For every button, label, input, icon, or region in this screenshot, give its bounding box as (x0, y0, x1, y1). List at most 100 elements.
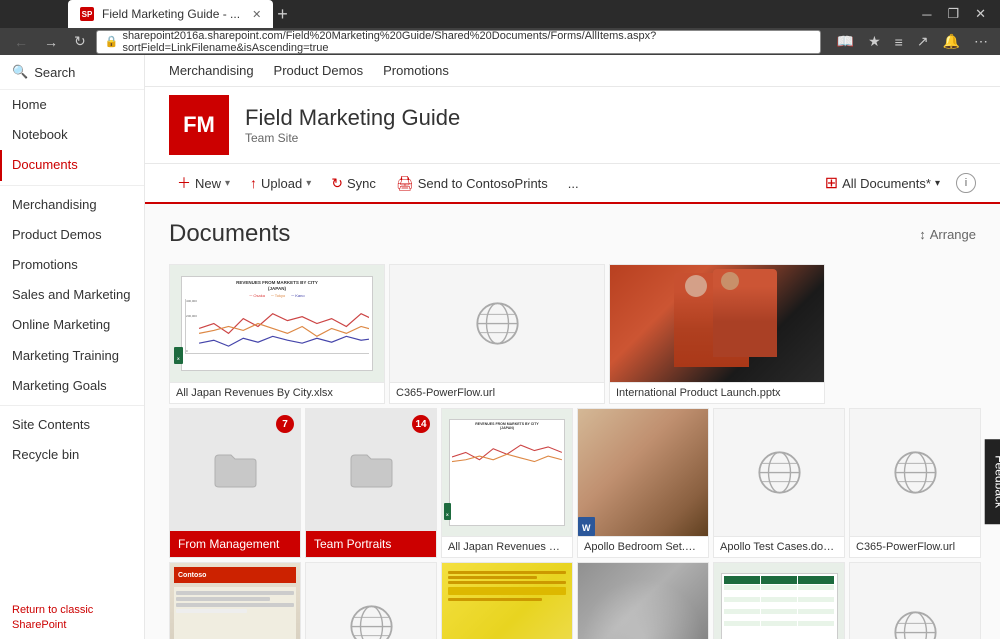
hub-icon[interactable]: ≡ (891, 32, 907, 52)
goals-label: Marketing Goals (12, 377, 107, 395)
close-button[interactable]: ✕ (969, 4, 992, 24)
arrange-icon: ↕ (919, 227, 926, 242)
notifications-icon[interactable]: 🔔 (939, 31, 964, 52)
sidebar: 🔍 Search Home Notebook Documents Merchan… (0, 55, 145, 639)
back-button[interactable]: ← (8, 30, 34, 54)
sidebar-item-recycle[interactable]: Recycle bin (0, 440, 144, 470)
nav-bar: ← → ↻ 🔒 sharepoint2016a.sharepoint.com/F… (0, 28, 1000, 55)
restore-button[interactable]: ❐ (941, 4, 965, 24)
docs-row-2: 7 From Management 14 Team Portraits (169, 408, 976, 558)
all-docs-button[interactable]: ⊞ All Documents* ▾ (817, 169, 948, 197)
doc-card-excel-large[interactable]: REVENUES FROM MARKETS BY CITY(JAPAN) ─ O… (169, 264, 385, 404)
health-thumb (714, 563, 844, 639)
lock-icon: 🔒 (105, 35, 119, 48)
more-button[interactable]: ... (560, 171, 587, 196)
room-thumb: W (578, 409, 708, 536)
sidebar-item-promotions[interactable]: Promotions (0, 250, 144, 280)
active-tab[interactable]: SP Field Marketing Guide - ... ✕ (68, 0, 273, 28)
nav-right-icons: 📖 ★ ≡ ↗ 🔔 ⋯ (833, 31, 992, 52)
doc-label-excel: All Japan Revenues By City.xlsx (170, 382, 384, 403)
address-bar[interactable]: 🔒 sharepoint2016a.sharepoint.com/Field%2… (96, 30, 821, 54)
all-docs-label: All Documents* (842, 176, 931, 191)
globe-icon-c365 (888, 445, 943, 500)
return-classic-link[interactable]: Return to classic SharePoint (12, 604, 93, 631)
arrange-label: Arrange (930, 227, 976, 242)
sidebar-item-goals[interactable]: Marketing Goals (0, 371, 144, 401)
site-logo: FM (169, 95, 229, 155)
purchasing-thumb (306, 563, 436, 639)
apollo-test-thumb (714, 409, 844, 536)
sidebar-item-merchandising[interactable]: Merchandising (0, 190, 144, 220)
sidebar-item-documents[interactable]: Documents (0, 150, 144, 180)
share-icon[interactable]: ↗ (913, 31, 933, 52)
doc-card-contract[interactable]: W Contract Proposals.do... (441, 562, 573, 639)
doc-card-folder-management[interactable]: 7 From Management (169, 408, 301, 558)
all-docs-chevron: ▾ (935, 178, 940, 189)
doc-card-url-last[interactable] (849, 562, 981, 639)
pdf-thumb: Contoso PDF (170, 563, 300, 639)
doc-label-excel-small: All Japan Revenues By... (442, 536, 572, 557)
app-layout: 🔍 Search Home Notebook Documents Merchan… (0, 55, 1000, 639)
sidebar-item-notebook[interactable]: Notebook (0, 120, 144, 150)
site-nav-merchandising[interactable]: Merchandising (169, 61, 254, 80)
sidebar-item-site-contents[interactable]: Site Contents (0, 410, 144, 440)
doc-card-pdf[interactable]: Contoso PDF (169, 562, 301, 639)
merchandising-label: Merchandising (12, 196, 97, 214)
forward-button[interactable]: → (38, 30, 64, 54)
more-icon[interactable]: ⋯ (970, 31, 992, 52)
site-nav-promotions[interactable]: Promotions (383, 61, 449, 80)
new-chevron: ▾ (225, 178, 230, 189)
doc-card-folder-portraits[interactable]: 14 Team Portraits (305, 408, 437, 558)
address-text: sharepoint2016a.sharepoint.com/Field%20M… (122, 30, 811, 54)
doc-card-apollo-test[interactable]: Apollo Test Cases.docx... (713, 408, 845, 558)
new-button[interactable]: ＋ New ▾ (169, 168, 238, 198)
folder-thumb-portraits: 14 (306, 409, 436, 530)
promotions-label: Promotions (12, 256, 78, 274)
site-title: Field Marketing Guide (245, 105, 460, 131)
send-icon: 🖨 (396, 175, 414, 192)
ppt-thumb-large (610, 265, 824, 382)
doc-card-url-large[interactable]: C365-PowerFlow.url (389, 264, 605, 404)
doc-label-room: Apollo Bedroom Set.docx (578, 536, 708, 557)
reading-view-icon[interactable]: 📖 (833, 31, 858, 52)
notebook-label: Notebook (12, 126, 68, 144)
docs-section: Documents ↕ Arrange REVENUES FROM MARKET… (145, 204, 1000, 639)
sidebar-item-home[interactable]: Home (0, 90, 144, 120)
tab-close[interactable]: ✕ (252, 8, 261, 21)
sidebar-item-online[interactable]: Online Marketing (0, 310, 144, 340)
doc-card-purchasing[interactable]: Contoso Purchasing Pro... (305, 562, 437, 639)
excel-thumb-large: REVENUES FROM MARKETS BY CITY(JAPAN) ─ O… (170, 265, 384, 382)
site-header: FM Field Marketing Guide Team Site (145, 87, 1000, 164)
doc-label-url: C365-PowerFlow.url (390, 382, 604, 403)
globe-icon-large (470, 296, 525, 351)
doc-card-health[interactable]: Employee Health Acce... (713, 562, 845, 639)
folder-icon (213, 451, 258, 489)
send-button[interactable]: 🖨 Send to ContosoPrints (388, 170, 556, 197)
sidebar-item-training[interactable]: Marketing Training (0, 341, 144, 371)
upload-button[interactable]: ↑ Upload ▾ (242, 170, 319, 196)
main-content: Merchandising Product Demos Promotions F… (145, 55, 1000, 639)
sidebar-item-sales[interactable]: Sales and Marketing (0, 280, 144, 310)
minimize-button[interactable]: ─ (916, 5, 937, 24)
new-tab-button[interactable]: + (277, 5, 288, 23)
info-button[interactable]: i (956, 173, 976, 193)
sidebar-search[interactable]: 🔍 Search (0, 55, 144, 90)
doc-card-excel-small[interactable]: REVENUES FROM MARKETS BY CITY(JAPAN) X (441, 408, 573, 558)
site-nav-product-demos[interactable]: Product Demos (274, 61, 364, 80)
globe-icon-last (888, 605, 943, 639)
doc-card-ppt-large[interactable]: International Product Launch.pptx (609, 264, 825, 404)
doc-card-dandelion[interactable]: P CB-227 Product Overv... (577, 562, 709, 639)
refresh-button[interactable]: ↻ (68, 29, 92, 54)
url-thumb-large (390, 265, 604, 382)
feedback-button[interactable]: Feedback (985, 439, 1000, 524)
sync-button[interactable]: ↻ Sync (323, 170, 384, 197)
site-subtitle: Team Site (245, 131, 460, 145)
doc-card-room[interactable]: W Apollo Bedroom Set.docx (577, 408, 709, 558)
arrange-button[interactable]: ↕ Arrange (919, 227, 976, 242)
docs-row-3: Contoso PDF (169, 562, 976, 639)
sidebar-nav: Home Notebook Documents Merchandising Pr… (0, 90, 144, 593)
doc-label-apollo-test: Apollo Test Cases.docx... (714, 536, 844, 557)
sidebar-item-product-demos[interactable]: Product Demos (0, 220, 144, 250)
favorites-icon[interactable]: ★ (864, 31, 885, 52)
more-label: ... (568, 176, 579, 191)
